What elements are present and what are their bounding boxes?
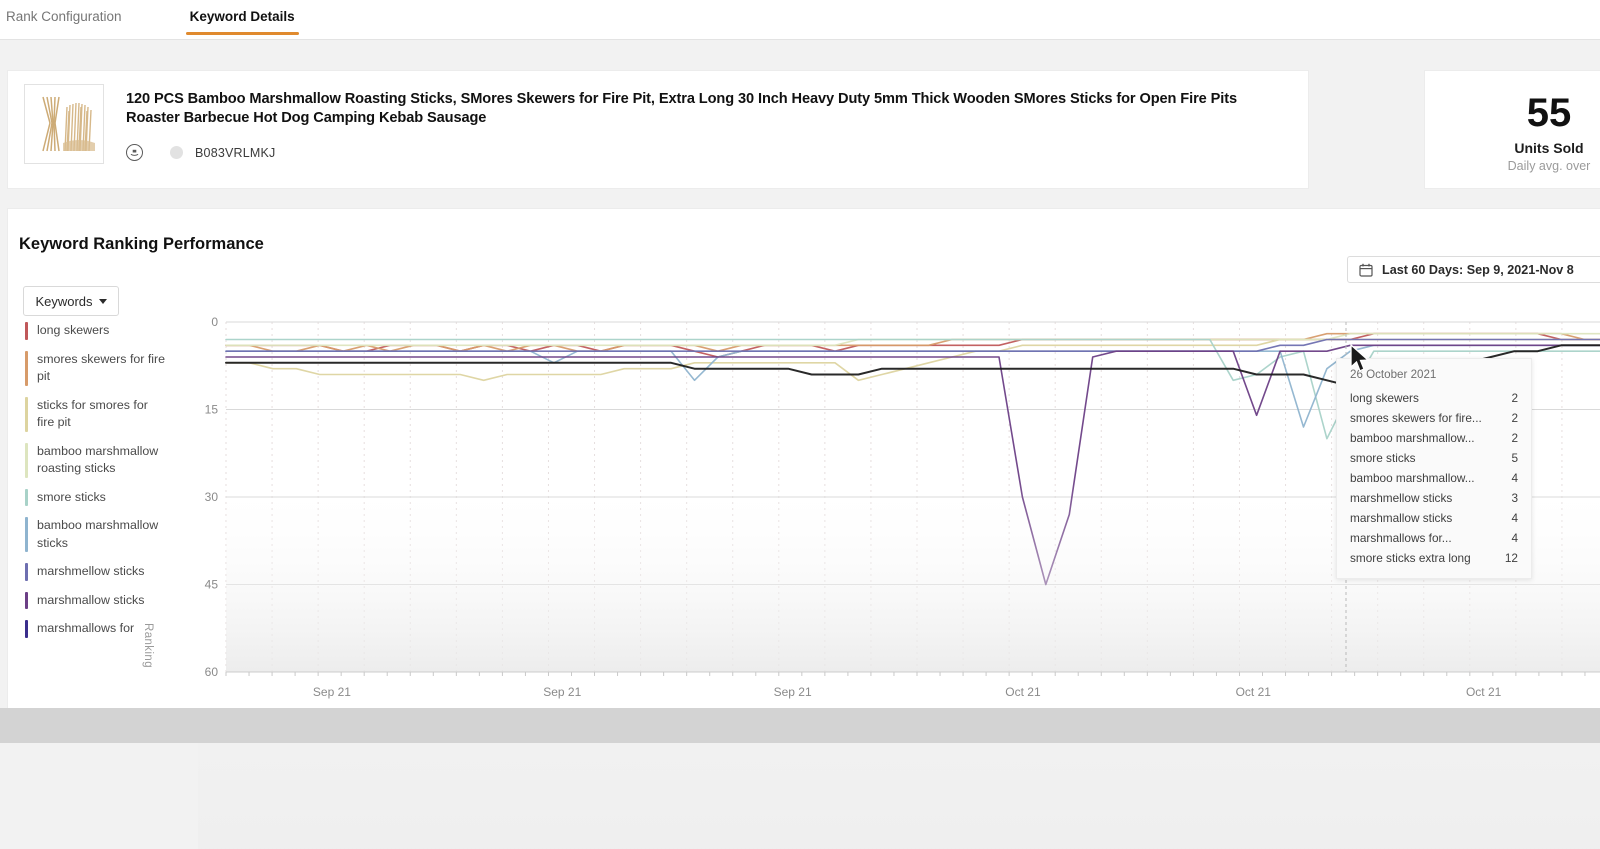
legend-color-swatch	[25, 442, 28, 478]
tooltip-row-name: bamboo marshmallow...	[1350, 431, 1475, 445]
legend-color-swatch	[25, 322, 28, 340]
tooltip-row-name: marshmallows for...	[1350, 531, 1452, 545]
legend-item-label: smores skewers for fire pit	[37, 351, 166, 384]
y-axis-tick-label: 30	[205, 490, 219, 504]
tooltip-row: bamboo marshmallow... 4	[1350, 468, 1518, 488]
keywords-dropdown[interactable]: Keywords	[23, 286, 119, 316]
page-title: Keyword Ranking Performance	[19, 235, 264, 253]
y-axis-tick-label: 45	[205, 578, 219, 592]
tooltip-row: bamboo marshmallow... 2	[1350, 428, 1518, 448]
product-thumbnail	[24, 84, 104, 164]
date-range-label: Last 60 Days: Sep 9, 2021-Nov 8	[1382, 262, 1574, 277]
chevron-down-icon	[98, 298, 107, 304]
tooltip-row-name: long skewers	[1350, 391, 1419, 405]
tooltip-row-value: 2	[1511, 391, 1518, 405]
tooltip-row-value: 2	[1511, 411, 1518, 425]
legend-item-label: smore sticks	[37, 489, 106, 504]
tooltip-row-value: 2	[1511, 431, 1518, 445]
x-axis-tick-label: Oct 21	[1236, 685, 1272, 699]
product-title: 120 PCS Bamboo Marshmallow Roasting Stic…	[126, 91, 1237, 126]
legend-item-label: bamboo marshmallow roasting sticks	[37, 443, 159, 476]
tab-keyword-details[interactable]: Keyword Details	[185, 0, 299, 35]
units-sold-stat-card: 55 Units Sold Daily avg. over	[1424, 70, 1600, 189]
units-sold-sublabel: Daily avg. over	[1507, 158, 1591, 173]
tooltip-row-name: marshmellow sticks	[1350, 491, 1453, 505]
tooltip-row-value: 4	[1511, 511, 1518, 525]
y-axis-tick-label: 60	[205, 665, 219, 679]
y-axis-title: Ranking	[142, 623, 154, 668]
legend-item[interactable]: long skewers	[25, 322, 177, 340]
legend-item-label: long skewers	[37, 323, 110, 337]
legend-color-swatch	[25, 620, 28, 638]
tooltip-row: marshmallow sticks 4	[1350, 508, 1518, 528]
amazon-badge-icon	[126, 144, 143, 161]
legend-item[interactable]: bamboo marshmallow roasting sticks	[25, 442, 177, 478]
x-axis-tick-label: Sep 21	[313, 685, 351, 699]
legend-item-label: marshmallows for	[37, 621, 135, 635]
legend-color-swatch	[25, 591, 28, 609]
mouse-cursor-icon	[1349, 343, 1371, 379]
tooltip-row: smores skewers for fire... 2	[1350, 408, 1518, 428]
legend-item[interactable]: smores skewers for fire pit	[25, 350, 177, 386]
calendar-icon	[1359, 263, 1373, 277]
product-info: 120 PCS Bamboo Marshmallow Roasting Stic…	[126, 84, 1256, 161]
y-axis-tick-label: 0	[211, 315, 218, 329]
bamboo-skewers-thumbnail-icon	[25, 85, 103, 163]
legend-item-label: bamboo marshmallow sticks	[37, 518, 159, 550]
legend-item[interactable]: bamboo marshmallow sticks	[25, 517, 177, 552]
product-summary-card: 120 PCS Bamboo Marshmallow Roasting Stic…	[7, 70, 1309, 189]
tooltip-row-value: 4	[1511, 471, 1518, 485]
units-sold-value: 55	[1526, 90, 1572, 135]
top-tab-bar: Rank Configuration Keyword Details	[0, 0, 1600, 40]
tooltip-row-value: 4	[1511, 531, 1518, 545]
tooltip-row-name: smore sticks extra long	[1350, 551, 1471, 565]
tooltip-row-value: 12	[1504, 551, 1518, 565]
horizontal-scrollbar[interactable]	[0, 708, 1600, 743]
x-axis-tick-label: Sep 21	[543, 685, 581, 699]
legend-color-swatch	[25, 488, 28, 506]
legend-item[interactable]: marshmellow sticks	[25, 563, 177, 581]
tooltip-row: marshmellow sticks 3	[1350, 488, 1518, 508]
tooltip-row: smore sticks 5	[1350, 448, 1518, 468]
tooltip-row-name: smores skewers for fire...	[1350, 411, 1482, 425]
chart-tooltip: 26 October 2021 long skewers 2 smores skew…	[1336, 358, 1532, 579]
legend-item-label: marshmallow sticks	[37, 592, 145, 607]
legend-item-label: marshmellow sticks	[37, 564, 145, 578]
tooltip-row: marshmallows for... 4	[1350, 528, 1518, 548]
tooltip-rows: long skewers 2 smores skewers for fire... 2…	[1350, 388, 1518, 568]
legend-item[interactable]: sticks for smores for fire pit	[25, 396, 177, 432]
product-asin[interactable]: B083VRLMKJ	[195, 146, 276, 160]
tooltip-row-value: 5	[1511, 451, 1518, 465]
chart-series-line[interactable]	[225, 332, 1600, 352]
y-axis-tick-label: 15	[205, 403, 219, 417]
legend-color-swatch	[25, 350, 28, 386]
legend-item[interactable]: marshmallows for	[25, 620, 177, 638]
tooltip-row-name: smore sticks	[1350, 451, 1416, 465]
tooltip-row: smore sticks extra long 12	[1350, 548, 1518, 568]
tooltip-row-value: 3	[1511, 491, 1518, 505]
x-axis-tick-label: Sep 21	[774, 685, 812, 699]
x-axis-tick-label: Oct 21	[1005, 685, 1041, 699]
legend-color-swatch	[25, 563, 28, 581]
product-meta-row: B083VRLMKJ	[126, 144, 1256, 161]
tab-rank-configuration[interactable]: Rank Configuration	[2, 0, 126, 35]
legend-color-swatch	[25, 396, 28, 432]
legend-item[interactable]: smore sticks	[25, 488, 177, 506]
legend-item[interactable]: marshmallow sticks	[25, 591, 177, 609]
tooltip-row: long skewers 2	[1350, 388, 1518, 408]
x-axis-tick-label: Oct 21	[1466, 685, 1502, 699]
tooltip-row-name: bamboo marshmallow...	[1350, 471, 1475, 485]
flag-placeholder-icon	[170, 146, 183, 159]
keyword-legend-list[interactable]: long skewers smores skewers for fire pit s…	[25, 322, 177, 686]
legend-color-swatch	[25, 517, 28, 552]
keywords-dropdown-label: Keywords	[35, 293, 93, 309]
units-sold-label: Units Sold	[1514, 139, 1584, 156]
tooltip-date: 26 October 2021	[1350, 368, 1437, 381]
date-range-selector[interactable]: Last 60 Days: Sep 9, 2021-Nov 8	[1347, 256, 1600, 283]
legend-item-label: sticks for smores for fire pit	[37, 397, 148, 430]
tooltip-row-name: marshmallow sticks	[1350, 511, 1453, 525]
